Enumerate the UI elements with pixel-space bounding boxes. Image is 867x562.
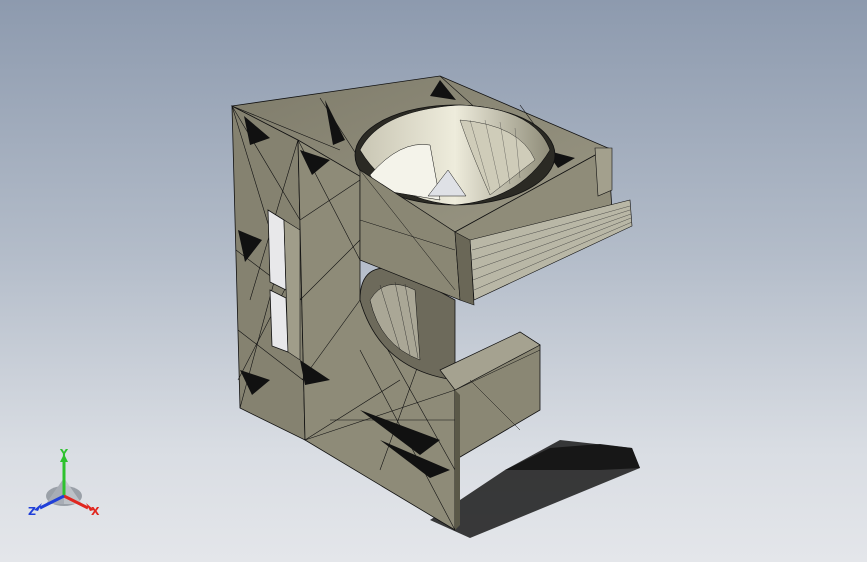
axis-y-label: Y [60,447,68,460]
axis-z-label: Z [28,505,36,518]
graphics-viewport[interactable]: Y X Z [0,0,867,562]
3d-model-view[interactable] [0,0,867,562]
axis-x-label: X [91,505,100,518]
orientation-triad[interactable]: Y X Z [24,448,104,520]
